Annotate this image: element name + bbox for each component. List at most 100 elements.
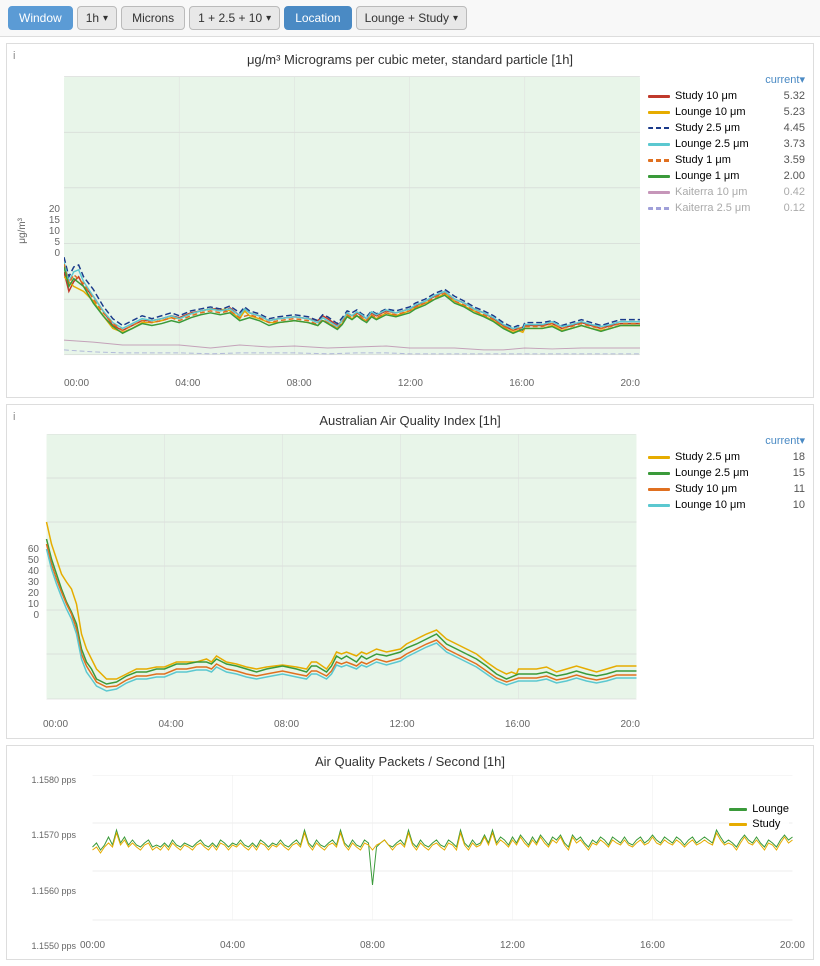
legend-value: 10: [777, 499, 805, 511]
microns-button[interactable]: Microns: [121, 6, 185, 30]
y-tick: 5: [54, 237, 60, 248]
y-tick: 0: [54, 248, 60, 259]
x-tick: 04:00: [175, 378, 200, 389]
legend-label: Study 2.5 μm: [675, 122, 740, 134]
x-tick: 08:00: [360, 940, 385, 951]
packets-panel: Air Quality Packets / Second [1h] 1.1580…: [6, 745, 814, 960]
legend-item: Study 10 μm 11: [648, 483, 805, 495]
legend-item: Study 2.5 μm 4.45: [648, 122, 805, 134]
time-arrow: ▾: [103, 13, 108, 24]
legend-value: 4.45: [777, 122, 805, 134]
chart2-y-axis: 60 50 40 30 20 10 0: [15, 544, 43, 621]
y-tick: 15: [49, 215, 60, 226]
y-tick: 10: [28, 599, 39, 610]
legend-label: Lounge: [752, 803, 789, 815]
legend-label: Study 10 μm: [675, 483, 737, 495]
location-button[interactable]: Location: [284, 6, 351, 30]
legend-value: 2.00: [777, 170, 805, 182]
y-tick: 30: [28, 577, 39, 588]
legend-label: Lounge 2.5 μm: [675, 138, 749, 150]
legend-label: Study 2.5 μm: [675, 451, 740, 463]
legend-item: Lounge 1 μm 2.00: [648, 170, 805, 182]
y-tick: 20: [49, 204, 60, 215]
legend-item: Study 10 μm 5.32: [648, 90, 805, 102]
chart1-title: μg/m³ Micrograms per cubic meter, standa…: [15, 52, 805, 67]
legend-label: Lounge 10 μm: [675, 499, 746, 511]
info-icon-2[interactable]: i: [13, 411, 15, 423]
chart3-title: Air Quality Packets / Second [1h]: [15, 754, 805, 769]
toolbar: Window 1h ▾ Microns 1 + 2.5 + 10 ▾ Locat…: [0, 0, 820, 37]
y-tick: 50: [28, 555, 39, 566]
chart1-y-axis: 20 15 10 5 0: [28, 204, 64, 259]
legend-label: Study: [752, 818, 780, 830]
x-tick: 20:00: [780, 940, 805, 951]
chart3-y-axis: 1.1580 pps 1.1570 pps 1.1560 pps 1.1550 …: [15, 775, 80, 951]
legend-label: Kaiterra 10 μm: [675, 186, 747, 198]
legend-item: Kaiterra 10 μm 0.42: [648, 186, 805, 198]
chart1-inner: 00:00 04:00 08:00 12:00 16:00 20:0: [64, 73, 640, 389]
legend-label: Lounge 2.5 μm: [675, 467, 749, 479]
legend-value: 11: [777, 483, 805, 495]
window-button[interactable]: Window: [8, 6, 73, 30]
y-tick: 1.1570 pps: [31, 830, 76, 840]
x-tick: 08:00: [287, 378, 312, 389]
chart1-legend: current▾ Study 10 μm 5.32 Lounge 10 μm 5…: [640, 73, 805, 389]
micrograms-panel: i μg/m³ Micrograms per cubic meter, stan…: [6, 43, 814, 398]
legend-value: 3.73: [777, 138, 805, 150]
legend-label: Study 1 μm: [675, 154, 731, 166]
x-tick: 04:00: [159, 719, 184, 730]
chart2-legend-header[interactable]: current▾: [648, 434, 805, 447]
chart1-svg: [64, 73, 640, 373]
microns-dropdown[interactable]: 1 + 2.5 + 10 ▾: [189, 6, 280, 30]
legend-item: Lounge 10 μm 10: [648, 499, 805, 511]
chart1-x-axis: 00:00 04:00 08:00 12:00 16:00 20:0: [64, 378, 640, 389]
legend-value: 5.32: [777, 90, 805, 102]
chart3-svg: [80, 775, 805, 935]
x-tick: 16:00: [640, 940, 665, 951]
x-tick: 16:00: [505, 719, 530, 730]
chart1-legend-header[interactable]: current▾: [648, 73, 805, 86]
chart2-container: 60 50 40 30 20 10 0: [15, 434, 805, 730]
legend-item: Study 2.5 μm 18: [648, 451, 805, 463]
info-icon-1[interactable]: i: [13, 50, 15, 62]
time-value: 1h: [86, 11, 99, 25]
x-tick: 20:0: [620, 378, 639, 389]
legend-label: Kaiterra 2.5 μm: [675, 202, 750, 214]
y-tick: 60: [28, 544, 39, 555]
y-tick: 40: [28, 566, 39, 577]
legend-value: 15: [777, 467, 805, 479]
chart3-x-axis: 00:00 04:00 08:00 12:00 16:00 20:00: [80, 940, 805, 951]
legend-value: 5.23: [777, 106, 805, 118]
x-tick: 04:00: [220, 940, 245, 951]
chart1-container: μg/m³ 20 15 10 5 0: [15, 73, 805, 389]
legend-value: 0.42: [777, 186, 805, 198]
location-dropdown[interactable]: Lounge + Study ▾: [356, 6, 467, 30]
legend-item: Lounge 10 μm 5.23: [648, 106, 805, 118]
x-tick: 20:0: [621, 719, 640, 730]
legend-label: Study 10 μm: [675, 90, 737, 102]
location-arrow: ▾: [453, 13, 458, 24]
microns-value: 1 + 2.5 + 10: [198, 11, 262, 25]
legend-value: 18: [777, 451, 805, 463]
legend-label: Lounge 10 μm: [675, 106, 746, 118]
chart2-title: Australian Air Quality Index [1h]: [15, 413, 805, 428]
legend-value: 3.59: [777, 154, 805, 166]
y-tick: 0: [33, 610, 39, 621]
y-tick: 1.1560 pps: [31, 886, 76, 896]
legend-label: Lounge 1 μm: [675, 170, 739, 182]
x-tick: 00:00: [80, 940, 105, 951]
y-tick: 10: [49, 226, 60, 237]
x-tick: 12:00: [390, 719, 415, 730]
legend-item: Study: [729, 818, 789, 830]
chart2-inner: 00:00 04:00 08:00 12:00 16:00 20:0: [43, 434, 640, 730]
x-tick: 16:00: [509, 378, 534, 389]
chart1-y-label: μg/m³: [15, 218, 28, 244]
location-value: Lounge + Study: [365, 11, 449, 25]
time-dropdown[interactable]: 1h ▾: [77, 6, 117, 30]
legend-item: Lounge 2.5 μm 3.73: [648, 138, 805, 150]
y-tick: 20: [28, 588, 39, 599]
x-tick: 00:00: [64, 378, 89, 389]
y-tick: 1.1550 pps: [31, 941, 76, 951]
y-tick: 1.1580 pps: [31, 775, 76, 785]
x-tick: 12:00: [500, 940, 525, 951]
